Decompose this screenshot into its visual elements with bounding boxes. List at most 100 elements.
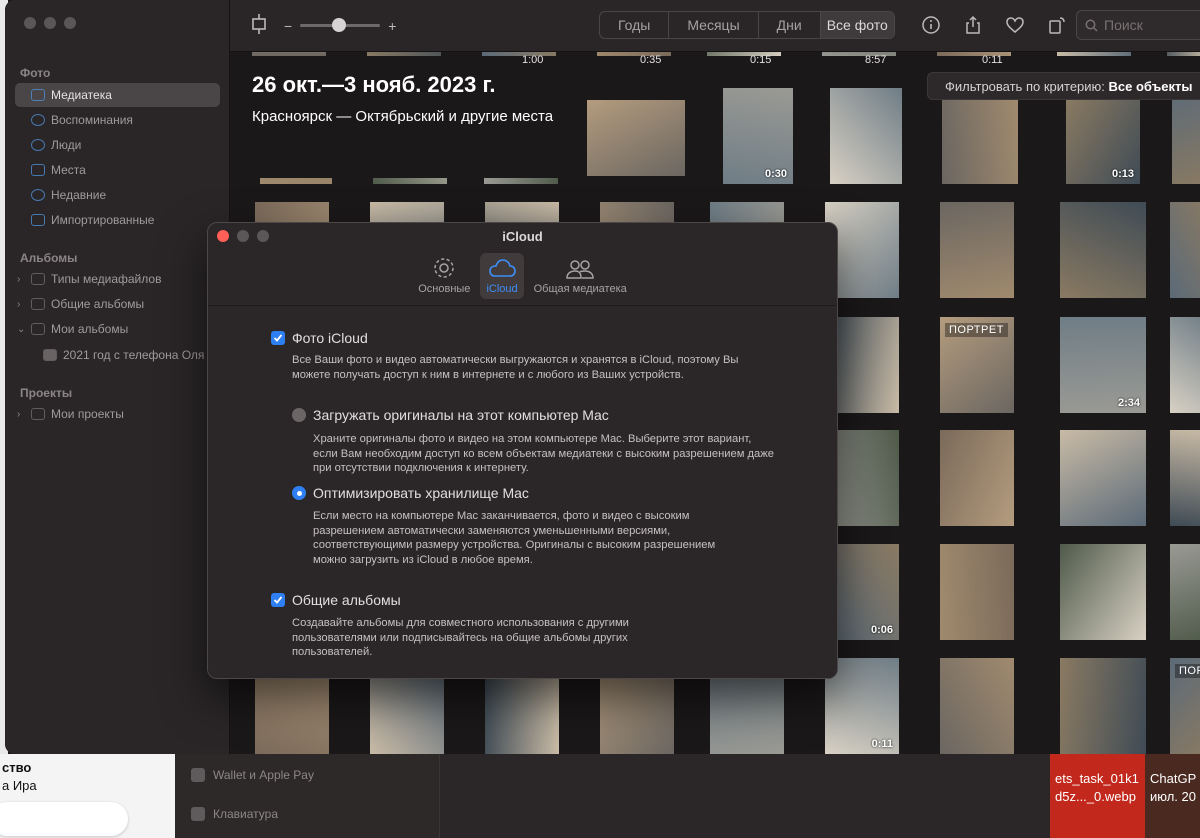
settings-item-label: Клавиатура [213,807,278,821]
chevron-down-icon[interactable]: ⌄ [17,324,27,335]
optimize-storage-radio[interactable]: Оптимизировать хранилище Mac [292,485,529,501]
photo-thumbnail[interactable] [1170,544,1200,640]
tab-shared-library[interactable]: Общая медиатека [528,253,633,299]
minimize-button[interactable] [44,17,56,29]
desktop: ство а Ира Wallet и Apple Pay Клавиатура… [0,0,1200,838]
chevron-right-icon[interactable]: › [17,274,27,285]
photo-thumbnail[interactable] [940,658,1014,754]
photo-thumbnail[interactable]: ПОРТРЕТ [940,317,1014,413]
sidebar-section-header: Проекты [20,386,73,400]
folder-icon [31,408,45,420]
sidebar-item-label: Люди [51,138,82,152]
icloud-photos-description: Все Ваши фото и видео автоматически выгр… [292,354,739,381]
share-icon[interactable] [962,14,984,36]
aspect-toggle-icon[interactable] [250,14,268,37]
photo-thumbnail[interactable] [482,52,556,56]
sidebar-item-label: Мои проекты [51,407,124,421]
photo-thumbnail[interactable] [942,100,1018,184]
file-name-line: ChatGP [1150,771,1197,786]
radio-selected[interactable] [292,486,306,500]
photo-thumbnail[interactable] [1170,202,1200,298]
zoom-button[interactable] [64,17,76,29]
shared-albums-checkbox[interactable]: Общие альбомы [271,592,401,608]
segment-months[interactable]: Месяцы [669,12,759,38]
photo-thumbnail[interactable] [1057,52,1131,56]
checkbox-checked[interactable] [271,593,285,607]
sidebar-item-library[interactable]: Медиатека [15,83,220,107]
photo-thumbnail[interactable] [252,52,326,56]
tab-label: Общая медиатека [533,283,627,295]
download-originals-radio[interactable]: Загружать оригиналы на этот компьютер Ma… [292,407,609,423]
photo-thumbnail[interactable] [940,202,1014,298]
desktop-file-chatgpt[interactable]: ChatGP июл. 20 [1145,754,1200,838]
sidebar-item-recent[interactable]: Недавние [15,183,220,207]
view-segmented-control: Годы Месяцы Дни Все фото [599,11,895,39]
segment-all-photos[interactable]: Все фото [820,12,894,38]
search-placeholder: Поиск [1104,17,1143,33]
video-duration: 1:00 [522,54,544,66]
photo-thumbnail[interactable] [1060,202,1146,298]
shared-albums-icon [31,298,45,310]
photo-thumbnail[interactable] [1060,544,1146,640]
video-duration: 0:15 [750,54,772,66]
tab-general[interactable]: Основные [412,253,476,299]
photo-thumbnail[interactable] [1060,430,1146,526]
photo-thumbnail[interactable]: ПОРТРЕТ [1170,658,1200,754]
video-duration: 0:11 [982,54,1003,66]
sidebar-item-label: Общие альбомы [51,297,145,311]
sidebar-item-people[interactable]: Люди [15,133,220,157]
chevron-right-icon[interactable]: › [17,299,27,310]
chevron-right-icon[interactable]: › [17,409,27,420]
sidebar-item-imported[interactable]: Импортированные [15,208,220,232]
search-field[interactable]: Поиск [1076,10,1200,40]
sidebar-item-shared-albums[interactable]: › Общие альбомы [15,292,220,316]
icloud-photos-checkbox[interactable]: Фото iCloud [271,330,368,346]
photo-thumbnail[interactable]: 0:13 [1066,100,1140,184]
photo-thumbnail[interactable] [367,52,441,56]
zoom-slider[interactable] [300,18,381,32]
heart-icon[interactable] [1004,14,1026,36]
settings-item-wallet[interactable]: Wallet и Apple Pay [191,768,314,782]
photo-thumbnail[interactable] [1172,88,1200,184]
photo-thumbnail[interactable]: 0:30 [723,88,793,184]
photo-thumbnail[interactable] [1170,317,1200,413]
photo-thumbnail[interactable] [1167,52,1200,56]
photo-thumbnail[interactable] [1170,430,1200,526]
photo-thumbnail[interactable] [1060,658,1146,754]
photo-thumbnail[interactable] [587,100,685,176]
segment-years[interactable]: Годы [600,12,670,38]
tab-icloud[interactable]: iCloud [480,253,524,299]
video-duration: 8:57 [865,54,887,66]
sidebar-item-album-2021[interactable]: 2021 год с телефона Оля [15,343,220,367]
info-icon[interactable] [920,14,942,36]
background-text: а Ира [2,778,37,793]
radio-unselected[interactable] [292,408,306,422]
rotate-icon[interactable] [1046,14,1068,36]
sidebar-item-places[interactable]: Места [15,158,220,182]
zoom-in-button[interactable]: + [388,18,396,34]
toolbar-actions [920,14,1068,36]
close-button[interactable] [24,17,36,29]
file-date-line: июл. 20 [1150,789,1196,804]
sidebar-item-media-types[interactable]: › Типы медиафайлов [15,267,220,291]
filter-tooltip[interactable]: Фильтровать по критерию: Все объекты [927,72,1200,100]
segment-days[interactable]: Дни [759,12,821,38]
photo-thumbnail[interactable] [830,88,902,184]
icloud-settings-dialog: iCloud Основные iCloud Общая медиатека Ф… [207,222,838,679]
settings-item-keyboard[interactable]: Клавиатура [191,807,278,821]
filter-label: Фильтровать по критерию: [945,79,1105,94]
sidebar-item-memories[interactable]: Воспоминания [15,108,220,132]
desktop-file-webp[interactable]: ets_task_01k1 d5z..._0.webp [1050,754,1145,838]
sidebar-item-label: Места [51,163,86,177]
photo-thumbnail[interactable] [940,544,1014,640]
zoom-slider-knob[interactable] [332,18,347,32]
photo-thumbnail[interactable]: 2:34 [1060,317,1146,413]
photo-thumbnail[interactable] [940,430,1014,526]
video-duration: 2:34 [1117,397,1140,409]
checkbox-checked[interactable] [271,331,285,345]
sidebar-item-my-projects[interactable]: › Мои проекты [15,402,220,426]
sidebar-item-my-albums[interactable]: ⌄ Мои альбомы [15,317,220,341]
memories-icon [31,114,45,126]
radio-label: Загружать оригиналы на этот компьютер Ma… [313,407,609,423]
zoom-out-button[interactable]: − [284,18,292,34]
